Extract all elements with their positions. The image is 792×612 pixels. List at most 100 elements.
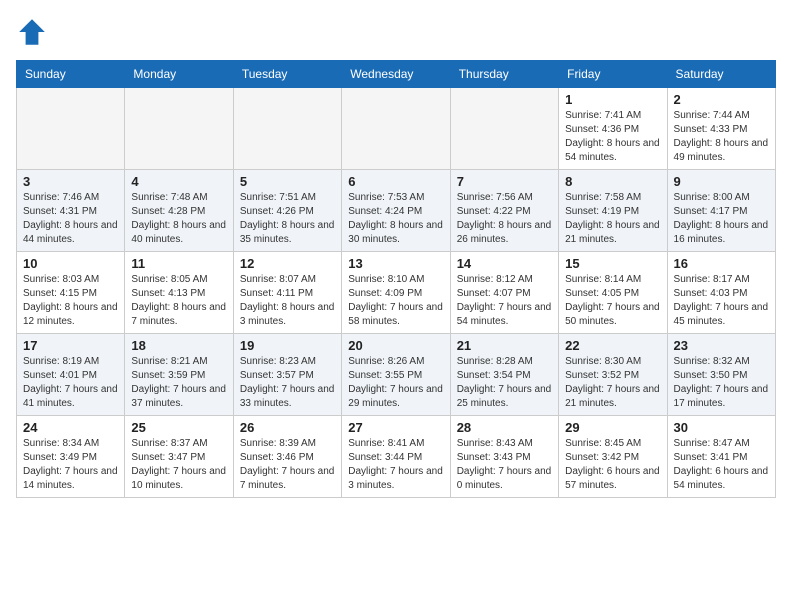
calendar-cell: 30 Sunrise: 8:47 AM Sunset: 3:41 PM Dayli… [667,416,775,498]
calendar-day-header: Friday [559,61,667,88]
calendar-cell: 6 Sunrise: 7:53 AM Sunset: 4:24 PM Daylig… [342,170,450,252]
calendar-cell: 9 Sunrise: 8:00 AM Sunset: 4:17 PM Daylig… [667,170,775,252]
day-number: 19 [240,338,335,353]
day-info: Sunrise: 8:34 AM Sunset: 3:49 PM Dayligh… [23,437,118,493]
calendar-cell [17,88,125,170]
day-number: 27 [348,420,443,435]
calendar-cell: 24 Sunrise: 8:34 AM Sunset: 3:49 PM Dayli… [17,416,125,498]
day-info: Sunrise: 8:05 AM Sunset: 4:13 PM Dayligh… [131,273,226,329]
calendar-cell: 18 Sunrise: 8:21 AM Sunset: 3:59 PM Dayli… [125,334,233,416]
day-number: 30 [674,420,769,435]
calendar-cell: 23Sunrise: 8:32 AM Sunset: 3:50 PM Dayli… [667,334,775,416]
day-info: Sunrise: 7:53 AM Sunset: 4:24 PM Dayligh… [348,191,443,247]
calendar-table: SundayMondayTuesdayWednesdayThursdayFrid… [16,60,776,498]
day-number: 18 [131,338,226,353]
logo-icon [16,16,48,48]
day-info: Sunrise: 8:03 AM Sunset: 4:15 PM Dayligh… [23,273,118,329]
calendar-cell: 15 Sunrise: 8:14 AM Sunset: 4:05 PM Dayli… [559,252,667,334]
day-info: Sunrise: 8:19 AM Sunset: 4:01 PM Dayligh… [23,355,118,411]
day-info: Sunrise: 8:14 AM Sunset: 4:05 PM Dayligh… [565,273,660,329]
calendar-cell: 22 Sunrise: 8:30 AM Sunset: 3:52 PM Dayli… [559,334,667,416]
day-info: Sunrise: 7:41 AM Sunset: 4:36 PM Dayligh… [565,109,660,165]
calendar-cell: 20Sunrise: 8:26 AM Sunset: 3:55 PM Dayli… [342,334,450,416]
day-number: 16 [674,256,769,271]
calendar-cell: 1 Sunrise: 7:41 AM Sunset: 4:36 PM Daylig… [559,88,667,170]
calendar-week-row: 17 Sunrise: 8:19 AM Sunset: 4:01 PM Dayli… [17,334,776,416]
day-info: Sunrise: 7:58 AM Sunset: 4:19 PM Dayligh… [565,191,660,247]
day-number: 3 [23,174,118,189]
calendar-cell: 28Sunrise: 8:43 AM Sunset: 3:43 PM Dayli… [450,416,558,498]
calendar-cell: 2Sunrise: 7:44 AM Sunset: 4:33 PM Daylig… [667,88,775,170]
calendar-cell [233,88,341,170]
day-number: 9 [674,174,769,189]
day-number: 13 [348,256,443,271]
day-info: Sunrise: 8:26 AM Sunset: 3:55 PM Dayligh… [348,355,443,411]
calendar-week-row: 10 Sunrise: 8:03 AM Sunset: 4:15 PM Dayli… [17,252,776,334]
day-info: Sunrise: 8:41 AM Sunset: 3:44 PM Dayligh… [348,437,443,493]
calendar-cell: 14Sunrise: 8:12 AM Sunset: 4:07 PM Dayli… [450,252,558,334]
day-info: Sunrise: 8:47 AM Sunset: 3:41 PM Dayligh… [674,437,769,493]
calendar-day-header: Saturday [667,61,775,88]
day-number: 24 [23,420,118,435]
day-number: 21 [457,338,552,353]
day-number: 1 [565,92,660,107]
day-number: 12 [240,256,335,271]
calendar-cell: 16 Sunrise: 8:17 AM Sunset: 4:03 PM Dayli… [667,252,775,334]
calendar-week-row: 3 Sunrise: 7:46 AM Sunset: 4:31 PM Daylig… [17,170,776,252]
day-info: Sunrise: 8:43 AM Sunset: 3:43 PM Dayligh… [457,437,552,493]
day-number: 4 [131,174,226,189]
calendar-cell: 3 Sunrise: 7:46 AM Sunset: 4:31 PM Daylig… [17,170,125,252]
day-info: Sunrise: 8:30 AM Sunset: 3:52 PM Dayligh… [565,355,660,411]
day-info: Sunrise: 8:00 AM Sunset: 4:17 PM Dayligh… [674,191,769,247]
calendar-cell: 5 Sunrise: 7:51 AM Sunset: 4:26 PM Daylig… [233,170,341,252]
calendar-cell [125,88,233,170]
day-info: Sunrise: 8:21 AM Sunset: 3:59 PM Dayligh… [131,355,226,411]
page-header [16,16,776,48]
day-info: Sunrise: 7:46 AM Sunset: 4:31 PM Dayligh… [23,191,118,247]
calendar-day-header: Monday [125,61,233,88]
calendar-cell [342,88,450,170]
calendar-cell: 4 Sunrise: 7:48 AM Sunset: 4:28 PM Daylig… [125,170,233,252]
day-number: 22 [565,338,660,353]
day-info: Sunrise: 8:07 AM Sunset: 4:11 PM Dayligh… [240,273,335,329]
calendar-cell: 8 Sunrise: 7:58 AM Sunset: 4:19 PM Daylig… [559,170,667,252]
calendar-day-header: Sunday [17,61,125,88]
day-number: 25 [131,420,226,435]
day-number: 26 [240,420,335,435]
calendar-cell: 11Sunrise: 8:05 AM Sunset: 4:13 PM Dayli… [125,252,233,334]
day-info: Sunrise: 8:23 AM Sunset: 3:57 PM Dayligh… [240,355,335,411]
calendar-day-header: Wednesday [342,61,450,88]
calendar-day-header: Tuesday [233,61,341,88]
day-info: Sunrise: 8:10 AM Sunset: 4:09 PM Dayligh… [348,273,443,329]
day-number: 8 [565,174,660,189]
calendar-cell: 17 Sunrise: 8:19 AM Sunset: 4:01 PM Dayli… [17,334,125,416]
logo [16,16,52,48]
calendar-week-row: 1 Sunrise: 7:41 AM Sunset: 4:36 PM Daylig… [17,88,776,170]
day-info: Sunrise: 7:48 AM Sunset: 4:28 PM Dayligh… [131,191,226,247]
calendar-cell: 26 Sunrise: 8:39 AM Sunset: 3:46 PM Dayli… [233,416,341,498]
day-info: Sunrise: 8:17 AM Sunset: 4:03 PM Dayligh… [674,273,769,329]
day-info: Sunrise: 7:56 AM Sunset: 4:22 PM Dayligh… [457,191,552,247]
day-info: Sunrise: 8:12 AM Sunset: 4:07 PM Dayligh… [457,273,552,329]
day-number: 5 [240,174,335,189]
day-number: 15 [565,256,660,271]
day-info: Sunrise: 8:45 AM Sunset: 3:42 PM Dayligh… [565,437,660,493]
calendar-cell: 29 Sunrise: 8:45 AM Sunset: 3:42 PM Dayli… [559,416,667,498]
day-info: Sunrise: 8:28 AM Sunset: 3:54 PM Dayligh… [457,355,552,411]
calendar-cell: 7 Sunrise: 7:56 AM Sunset: 4:22 PM Daylig… [450,170,558,252]
calendar-cell: 27 Sunrise: 8:41 AM Sunset: 3:44 PM Dayli… [342,416,450,498]
day-number: 17 [23,338,118,353]
day-number: 6 [348,174,443,189]
day-info: Sunrise: 7:51 AM Sunset: 4:26 PM Dayligh… [240,191,335,247]
day-number: 2 [674,92,769,107]
calendar-day-header: Thursday [450,61,558,88]
calendar-cell: 19 Sunrise: 8:23 AM Sunset: 3:57 PM Dayli… [233,334,341,416]
day-number: 7 [457,174,552,189]
day-number: 29 [565,420,660,435]
calendar-cell: 25Sunrise: 8:37 AM Sunset: 3:47 PM Dayli… [125,416,233,498]
day-info: Sunrise: 8:39 AM Sunset: 3:46 PM Dayligh… [240,437,335,493]
calendar-cell: 12 Sunrise: 8:07 AM Sunset: 4:11 PM Dayli… [233,252,341,334]
calendar-cell: 13 Sunrise: 8:10 AM Sunset: 4:09 PM Dayli… [342,252,450,334]
day-number: 10 [23,256,118,271]
calendar-cell: 21 Sunrise: 8:28 AM Sunset: 3:54 PM Dayli… [450,334,558,416]
